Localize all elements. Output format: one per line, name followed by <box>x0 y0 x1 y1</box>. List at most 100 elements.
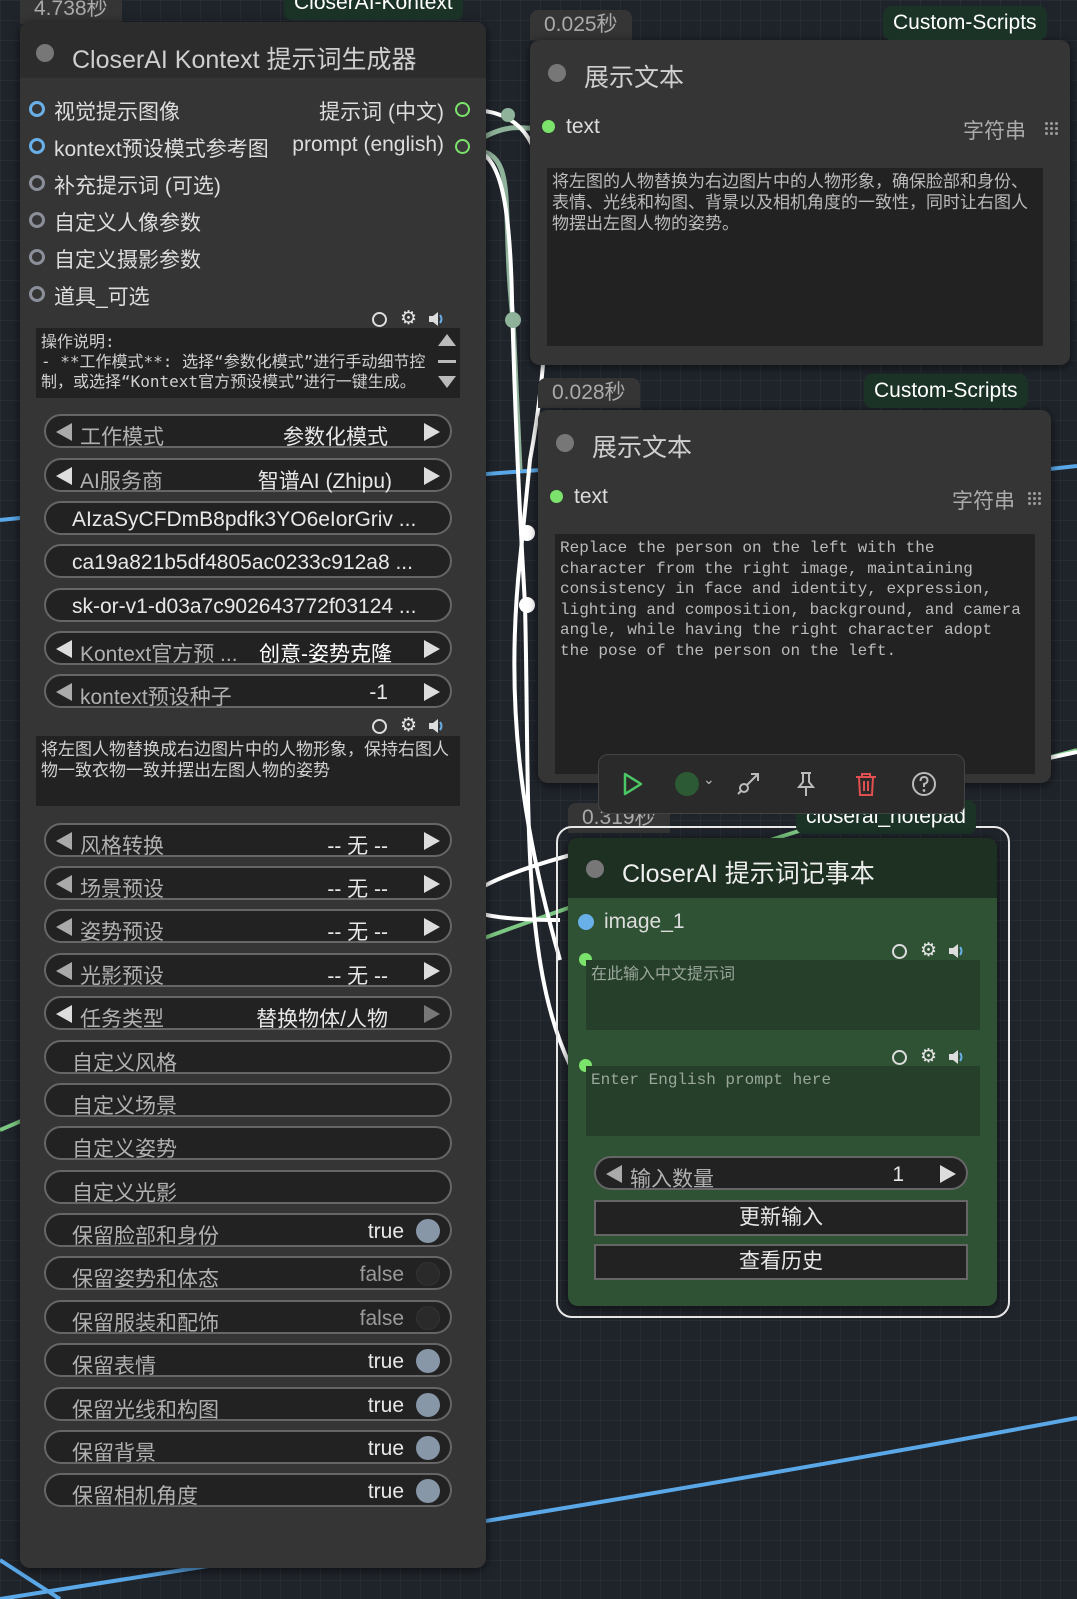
speaker-icon[interactable] <box>948 944 964 958</box>
node-header[interactable]: CloserAI 提示词记事本 <box>568 838 997 898</box>
arrow-right-icon[interactable] <box>424 918 440 936</box>
speaker-icon[interactable] <box>948 1050 964 1064</box>
task-type-combo[interactable]: 任务类型 替换物体/人物 <box>44 996 452 1031</box>
toggle-knob[interactable] <box>416 1393 440 1417</box>
output-slot-prompt-en[interactable] <box>455 139 470 154</box>
collapse-dot-icon[interactable] <box>36 44 54 62</box>
arrow-right-icon[interactable] <box>940 1165 956 1183</box>
arrow-right-icon[interactable] <box>424 640 440 658</box>
display-text-node-cn[interactable]: 展示文本 text 字符串 将左图的人物替换为右边图片中的人物形象，确保脸部和身… <box>530 40 1070 365</box>
scroll-down-icon[interactable] <box>438 376 456 388</box>
toggle-knob[interactable] <box>416 1479 440 1503</box>
arrow-right-icon[interactable] <box>424 832 440 850</box>
output-slot-prompt-cn[interactable] <box>455 102 470 117</box>
arrow-right-icon[interactable] <box>424 683 440 701</box>
speaker-icon[interactable] <box>428 719 444 733</box>
gear-icon[interactable]: ⚙ <box>920 1045 937 1068</box>
display-textarea[interactable]: 将左图的人物替换为右边图片中的人物形象，确保脸部和身份、表情、光线和构图、背景以… <box>547 168 1043 346</box>
arrow-left-icon[interactable] <box>56 683 72 701</box>
arrow-left-icon[interactable] <box>56 467 72 485</box>
delete-icon[interactable] <box>851 769 881 799</box>
toggle-keep-lighting[interactable]: 保留光线和构图 true <box>44 1387 452 1422</box>
bypass-icon[interactable] <box>733 769 763 799</box>
custom-style-field[interactable]: 自定义风格 <box>44 1040 452 1075</box>
style-transfer-combo[interactable]: 风格转换 -- 无 -- <box>44 823 452 858</box>
closerai-notepad-node[interactable]: CloserAI 提示词记事本 image_1 ⚙ 在此输入中文提示词 ⚙ En… <box>568 838 997 1306</box>
circle-icon[interactable] <box>372 719 387 734</box>
node-header[interactable]: CloserAI Kontext 提示词生成器 <box>20 22 486 78</box>
arrow-left-icon[interactable] <box>56 1005 72 1023</box>
toggle-keep-face[interactable]: 保留脸部和身份 true <box>44 1213 452 1248</box>
display-text-node-en[interactable]: 展示文本 text 字符串 Replace the person on the … <box>538 410 1051 783</box>
input-slot-text[interactable] <box>542 120 555 133</box>
custom-scene-field[interactable]: 自定义场景 <box>44 1083 452 1118</box>
arrow-right-icon[interactable] <box>424 467 440 485</box>
circle-icon[interactable] <box>892 944 907 959</box>
circle-icon[interactable] <box>892 1050 907 1065</box>
input-slot-portrait-params[interactable] <box>29 212 45 228</box>
arrow-right-icon[interactable] <box>424 875 440 893</box>
toggle-knob[interactable] <box>416 1436 440 1460</box>
arrow-left-icon[interactable] <box>56 875 72 893</box>
ai-provider-combo[interactable]: AI服务商 智谱AI (Zhipu) <box>44 458 452 493</box>
arrow-left-icon[interactable] <box>56 832 72 850</box>
arrow-left-icon[interactable] <box>56 962 72 980</box>
api-key-3-field[interactable]: sk-or-v1-d03a7c902643772f03124 ... <box>44 588 452 622</box>
display-textarea[interactable]: Replace the person on the left with the … <box>555 534 1035 774</box>
custom-pose-field[interactable]: 自定义姿势 <box>44 1126 452 1161</box>
input-count-number[interactable]: 输入数量 1 <box>594 1156 968 1191</box>
api-key-2-field[interactable]: ca19a821b5df4805ac0233c912a8 ... <box>44 544 452 578</box>
lighting-preset-combo[interactable]: 光影预设 -- 无 -- <box>44 953 452 988</box>
input-slot-photo-params[interactable] <box>29 249 45 265</box>
kontext-prompt-generator-node[interactable]: CloserAI Kontext 提示词生成器 视觉提示图像 kontext预设… <box>20 22 486 1568</box>
collapse-dot-icon[interactable] <box>548 64 566 82</box>
input-slot-text[interactable] <box>550 490 563 503</box>
arrow-right-icon[interactable] <box>424 1005 440 1023</box>
speaker-icon[interactable] <box>428 312 444 326</box>
pin-icon[interactable] <box>791 769 821 799</box>
input-slot-props[interactable] <box>29 286 45 302</box>
grip-icon[interactable] <box>1044 121 1058 135</box>
arrow-left-icon[interactable] <box>56 423 72 441</box>
pose-preset-combo[interactable]: 姿势预设 -- 无 -- <box>44 909 452 944</box>
help-icon[interactable] <box>909 769 939 799</box>
kontext-seed-number[interactable]: kontext预设种子 -1 <box>44 674 452 709</box>
gear-icon[interactable]: ⚙ <box>920 939 937 962</box>
work-mode-combo[interactable]: 工作模式 参数化模式 <box>44 414 452 449</box>
input-slot-visual-image[interactable] <box>29 101 45 117</box>
toggle-knob[interactable] <box>416 1349 440 1373</box>
play-icon[interactable] <box>617 769 647 799</box>
en-prompt-textarea[interactable]: Enter English prompt here <box>586 1066 980 1136</box>
collapse-dot-icon[interactable] <box>586 860 604 878</box>
gear-icon[interactable]: ⚙ <box>400 714 417 737</box>
grip-icon[interactable] <box>1027 491 1041 505</box>
update-input-button[interactable]: 更新输入 <box>594 1200 968 1236</box>
toggle-keep-camera-angle[interactable]: 保留相机角度 true <box>44 1473 452 1508</box>
input-slot-preset-reference[interactable] <box>29 138 45 154</box>
collapse-dot-icon[interactable] <box>556 434 574 452</box>
arrow-left-icon[interactable] <box>606 1165 622 1183</box>
color-icon[interactable]: ⌄ <box>675 769 715 799</box>
toggle-keep-expression[interactable]: 保留表情 true <box>44 1343 452 1378</box>
toggle-keep-pose[interactable]: 保留姿势和体态 false <box>44 1256 452 1291</box>
arrow-right-icon[interactable] <box>424 423 440 441</box>
toggle-knob[interactable] <box>416 1262 440 1286</box>
arrow-left-icon[interactable] <box>56 640 72 658</box>
scroll-thumb[interactable] <box>438 360 456 363</box>
toggle-keep-background[interactable]: 保留背景 true <box>44 1430 452 1465</box>
arrow-right-icon[interactable] <box>424 962 440 980</box>
api-key-1-field[interactable]: AIzaSyCFDmB8pdfk3YO6eIorGriv ... <box>44 501 452 535</box>
toggle-knob[interactable] <box>416 1306 440 1330</box>
scene-preset-combo[interactable]: 场景预设 -- 无 -- <box>44 866 452 901</box>
instructions-textarea[interactable]: 操作说明: - **工作模式**: 选择“参数化模式”进行手动细节控制，或选择“… <box>36 328 460 398</box>
view-history-button[interactable]: 查看历史 <box>594 1244 968 1280</box>
scroll-up-icon[interactable] <box>438 334 456 346</box>
node-header[interactable]: 展示文本 <box>530 40 1070 96</box>
custom-lighting-field[interactable]: 自定义光影 <box>44 1170 452 1205</box>
circle-icon[interactable] <box>372 312 387 327</box>
kontext-preset-combo[interactable]: Kontext官方预 ... 创意-姿势克隆 <box>44 631 452 666</box>
arrow-left-icon[interactable] <box>56 918 72 936</box>
input-slot-supplement[interactable] <box>29 175 45 191</box>
gear-icon[interactable]: ⚙ <box>400 307 417 330</box>
supplement-prompt-textarea[interactable]: 将左图人物替换成右边图片中的人物形象，保持右图人物一致衣物一致并摆出左图人物的姿… <box>36 736 460 806</box>
